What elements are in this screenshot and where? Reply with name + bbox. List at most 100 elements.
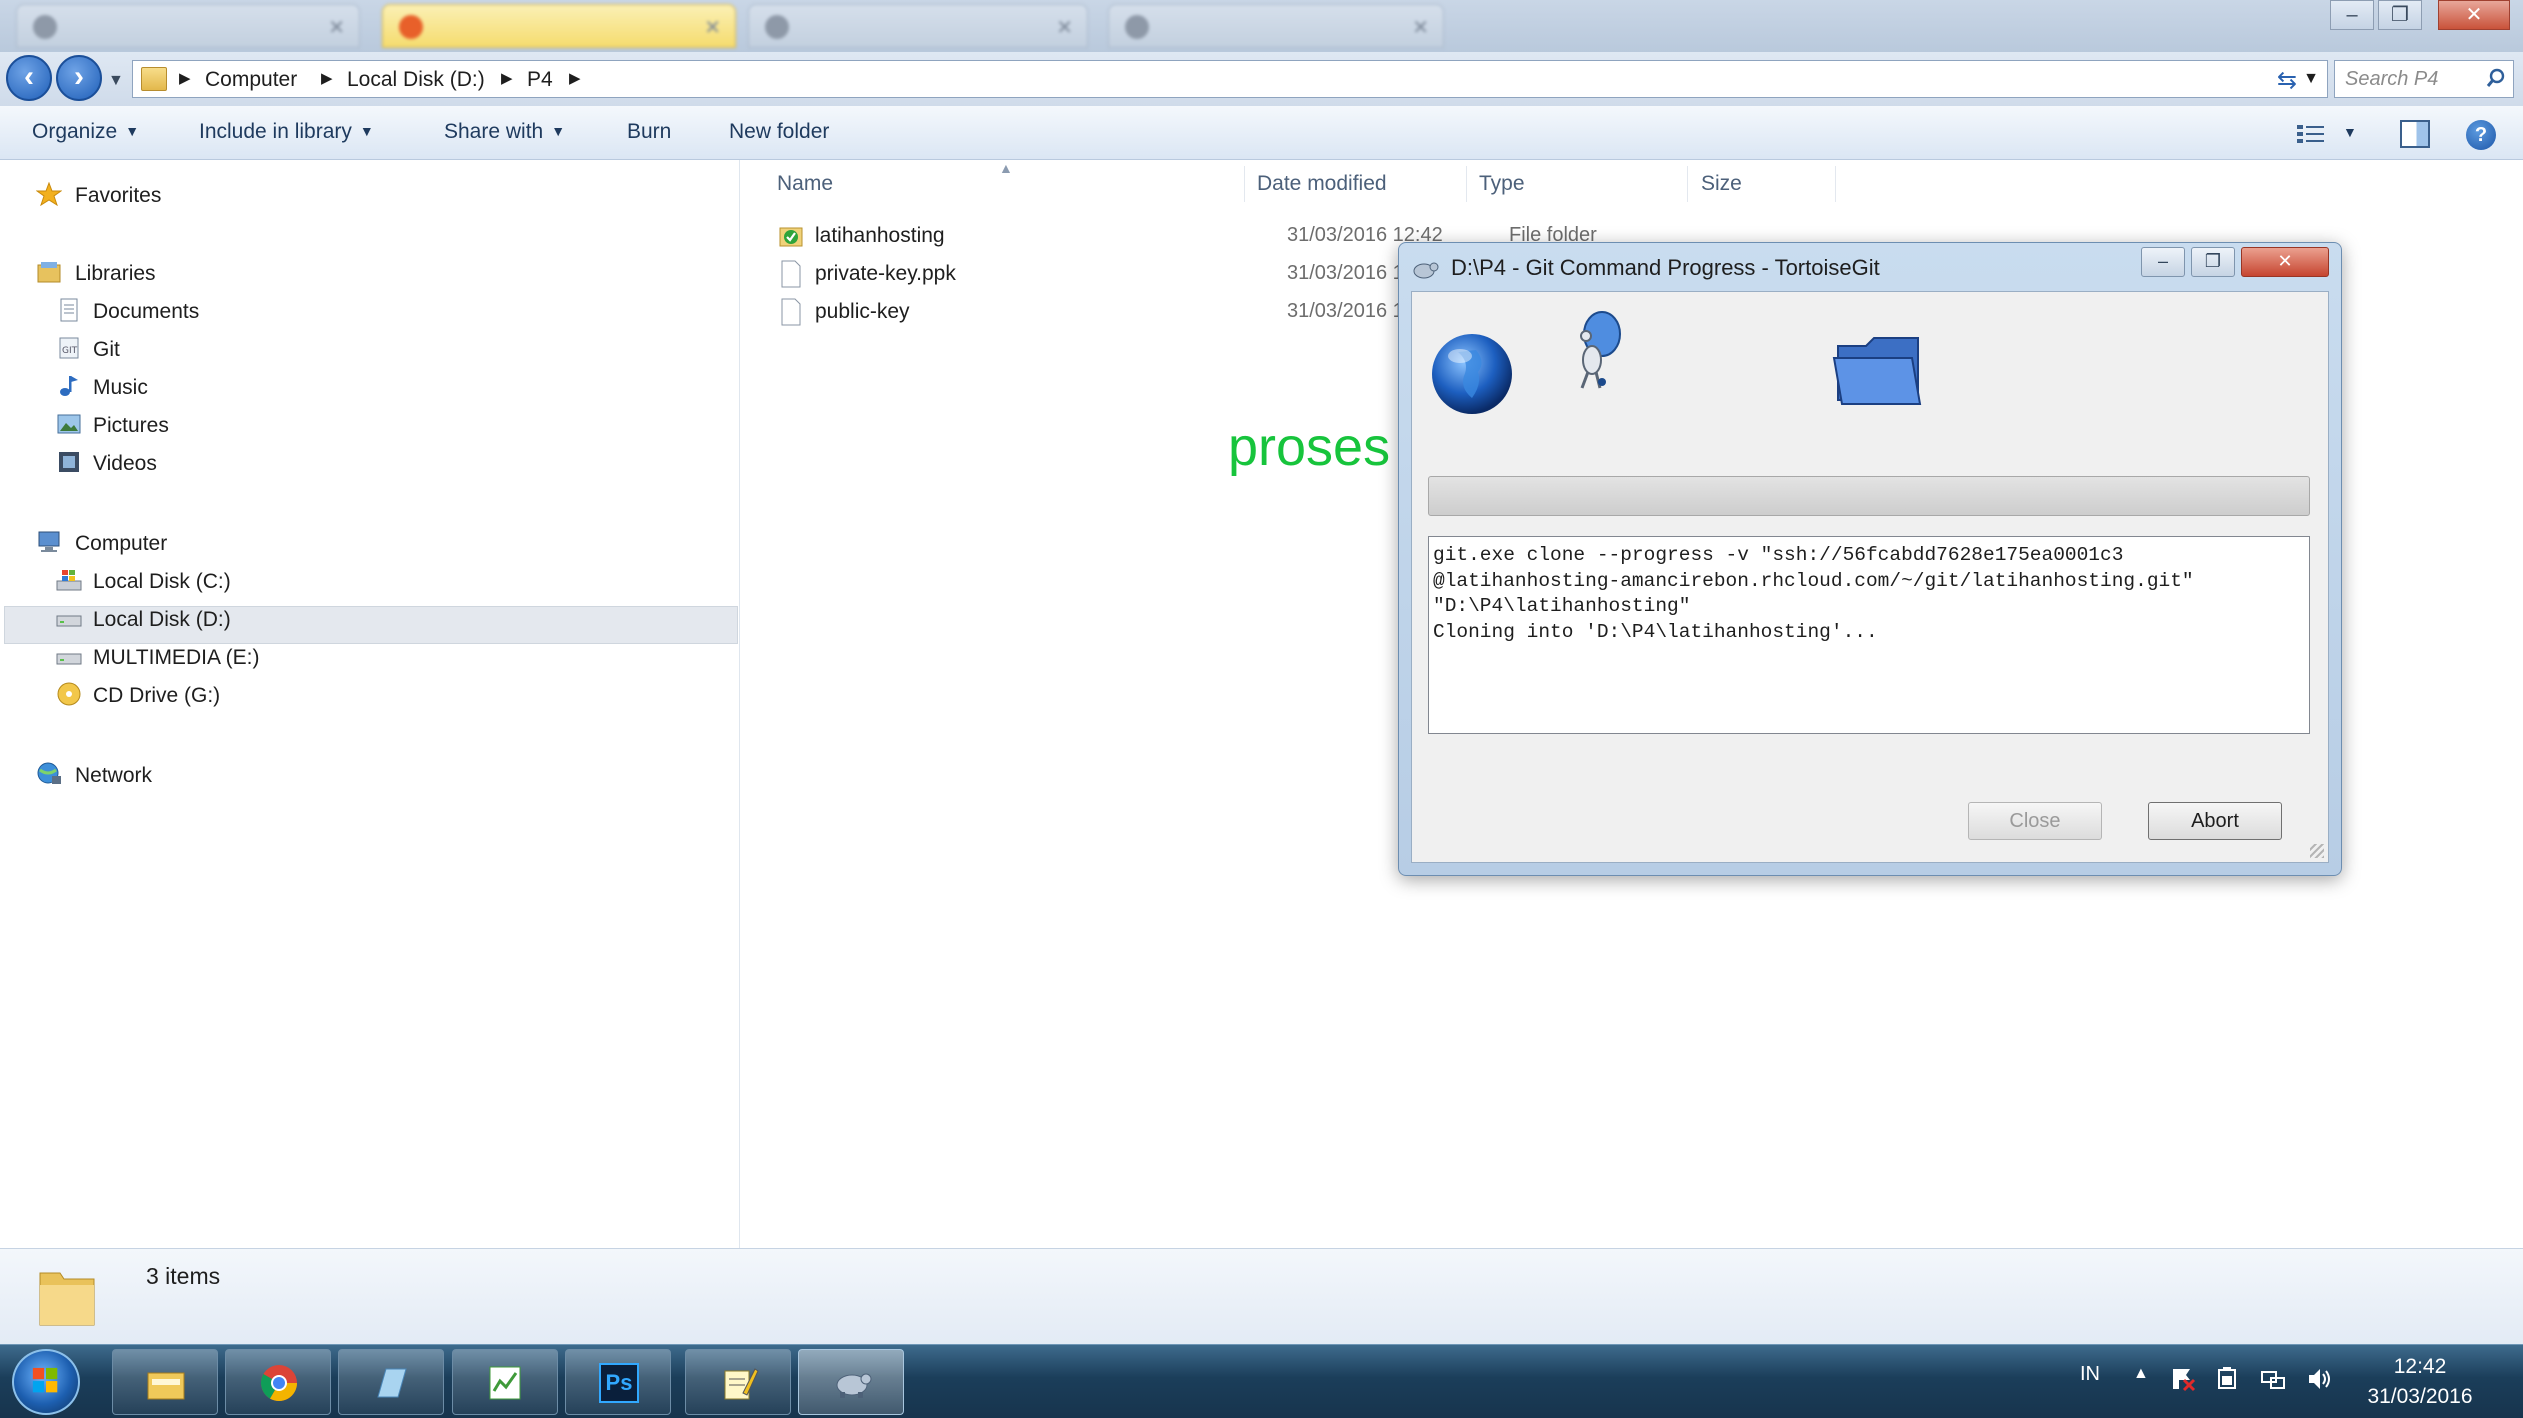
minimize-button[interactable]: – <box>2330 0 2374 30</box>
nav-multimedia-e[interactable]: MULTIMEDIA (E:) <box>93 646 259 670</box>
recent-pages-dropdown[interactable]: ▼ <box>108 72 124 90</box>
column-divider[interactable] <box>1466 166 1467 202</box>
nav-music[interactable]: Music <box>93 376 148 400</box>
breadcrumb-p4[interactable]: P4 <box>527 68 553 92</box>
git-folder-icon <box>779 227 803 247</box>
address-bar[interactable]: ▶ Computer ▶ Local Disk (D:) ▶ P4 ▶ ▼ <box>132 60 2328 98</box>
restore-button[interactable]: ❐ <box>2378 0 2422 30</box>
column-header-size[interactable]: Size <box>1701 172 1742 196</box>
column-header-type[interactable]: Type <box>1479 172 1525 196</box>
new-folder-button[interactable]: New folder <box>729 120 829 144</box>
log-line: Cloning into 'D:\P4\latihanhosting'... <box>1433 620 1878 643</box>
nav-libraries[interactable]: Libraries <box>75 262 156 286</box>
nav-computer[interactable]: Computer <box>75 532 167 556</box>
nav-network[interactable]: Network <box>75 764 152 788</box>
start-button[interactable] <box>12 1349 80 1415</box>
nav-documents[interactable]: Documents <box>93 300 199 324</box>
burn-button[interactable]: Burn <box>627 120 671 144</box>
nav-local-disk-d[interactable]: Local Disk (D:) <box>93 608 231 632</box>
volume-icon[interactable] <box>2306 1366 2332 1392</box>
tortoisegit-icon <box>836 1373 872 1398</box>
browser-tab-active[interactable]: ✕ <box>382 4 736 48</box>
forward-button[interactable]: › <box>56 55 102 101</box>
file-name: private-key.ppk <box>815 262 956 285</box>
tab-close-icon[interactable]: ✕ <box>1056 15 1073 40</box>
column-divider[interactable] <box>1687 166 1688 202</box>
taskbar-tortoisegit[interactable] <box>798 1349 904 1415</box>
nav-local-disk-c[interactable]: Local Disk (C:) <box>93 570 231 594</box>
breadcrumb-chevron-icon[interactable]: ▶ <box>179 69 191 87</box>
action-center-icon[interactable] <box>2170 1366 2196 1392</box>
taskbar-app[interactable] <box>338 1349 444 1415</box>
column-header-name[interactable]: Name <box>777 172 833 196</box>
browser-tab[interactable]: ✕ <box>748 4 1088 48</box>
tab-close-icon[interactable]: ✕ <box>1412 15 1429 40</box>
command-output-log[interactable]: git.exe clone --progress -v "ssh://56fca… <box>1428 536 2310 734</box>
dialog-close-button[interactable]: ✕ <box>2241 247 2329 277</box>
nav-videos[interactable]: Videos <box>93 452 157 476</box>
organize-button[interactable]: Organize ▼ <box>32 120 139 144</box>
network-tray-icon[interactable] <box>2260 1366 2286 1392</box>
column-divider[interactable] <box>1835 166 1836 202</box>
back-button[interactable]: ‹ <box>6 55 52 101</box>
search-input[interactable]: Search P4 <box>2334 60 2514 98</box>
close-dialog-button[interactable]: Close <box>1968 802 2102 840</box>
preview-pane-icon[interactable] <box>2400 120 2430 148</box>
clock-time[interactable]: 12:42 <box>2340 1355 2500 1379</box>
refresh-icon[interactable]: ⇆ <box>2277 66 2297 95</box>
browser-tab[interactable]: ✕ <box>16 4 360 48</box>
resize-grip[interactable] <box>2310 844 2324 858</box>
power-icon[interactable] <box>2214 1366 2240 1392</box>
nav-favorites[interactable]: Favorites <box>75 184 161 208</box>
column-divider[interactable] <box>1244 166 1245 202</box>
tortoisegit-icon <box>1413 262 1439 279</box>
drive-icon <box>56 615 82 627</box>
nav-pictures[interactable]: Pictures <box>93 414 169 438</box>
share-with-button[interactable]: Share with ▼ <box>444 120 565 144</box>
taskbar-chrome[interactable] <box>225 1349 331 1415</box>
breadcrumb-computer[interactable]: Computer <box>205 68 297 92</box>
chevron-down-icon: ▼ <box>359 123 374 139</box>
taskbar-explorer[interactable] <box>112 1349 218 1415</box>
view-options-dropdown[interactable]: ▼ <box>2343 124 2357 140</box>
videos-icon <box>59 452 79 472</box>
taskbar-text-editor[interactable] <box>685 1349 791 1415</box>
breadcrumb-chevron-icon[interactable]: ▶ <box>321 69 333 87</box>
breadcrumb-local-disk-d[interactable]: Local Disk (D:) <box>347 68 485 92</box>
breadcrumb-chevron-icon[interactable]: ▶ <box>569 69 581 87</box>
tab-close-icon[interactable]: ✕ <box>704 15 721 40</box>
dialog-restore-button[interactable]: ❐ <box>2191 247 2235 277</box>
tab-favicon-icon <box>399 15 423 39</box>
nav-git[interactable]: Git <box>93 338 120 362</box>
file-row[interactable]: latihanhosting 31/03/2016 12:42 File fol… <box>771 218 1597 254</box>
search-icon[interactable] <box>2485 67 2507 89</box>
file-row[interactable]: public-key 31/03/2016 12: <box>771 294 1471 330</box>
nav-cd-drive-g[interactable]: CD Drive (G:) <box>93 684 220 708</box>
close-button[interactable]: ✕ <box>2438 0 2510 30</box>
browser-tab[interactable]: ✕ <box>1108 4 1444 48</box>
log-line: @latihanhosting-amancirebon.rhcloud.com/… <box>1433 569 2194 592</box>
include-in-library-button[interactable]: Include in library ▼ <box>199 120 374 144</box>
include-in-library-label: Include in library <box>199 120 352 143</box>
taskbar-photoshop[interactable]: Ps <box>565 1349 671 1415</box>
windows-drive-icon <box>56 570 82 591</box>
chevron-down-icon: ▼ <box>125 123 140 139</box>
breadcrumb-chevron-icon[interactable]: ▶ <box>501 69 513 87</box>
file-row[interactable]: private-key.ppk 31/03/2016 12: <box>771 256 1471 292</box>
clock-date[interactable]: 31/03/2016 <box>2340 1385 2500 1409</box>
column-header-date-modified[interactable]: Date modified <box>1257 172 1387 196</box>
file-name: latihanhosting <box>815 224 945 247</box>
taskbar-editor[interactable] <box>452 1349 558 1415</box>
help-icon[interactable]: ? <box>2466 120 2496 150</box>
abort-button[interactable]: Abort <box>2148 802 2282 840</box>
explorer-icon <box>147 1372 185 1400</box>
dialog-minimize-button[interactable]: – <box>2141 247 2185 277</box>
language-indicator[interactable]: IN <box>2080 1363 2100 1386</box>
tab-close-icon[interactable]: ✕ <box>328 15 345 40</box>
show-hidden-icons[interactable]: ▲ <box>2133 1365 2149 1383</box>
address-history-dropdown[interactable]: ▼ <box>2303 70 2319 88</box>
folder-icon <box>141 67 167 91</box>
change-view-icon[interactable] <box>2296 123 2326 145</box>
status-bar: 3 items <box>0 1248 2523 1344</box>
git-progress-dialog: D:\P4 - Git Command Progress - TortoiseG… <box>1398 242 2342 876</box>
